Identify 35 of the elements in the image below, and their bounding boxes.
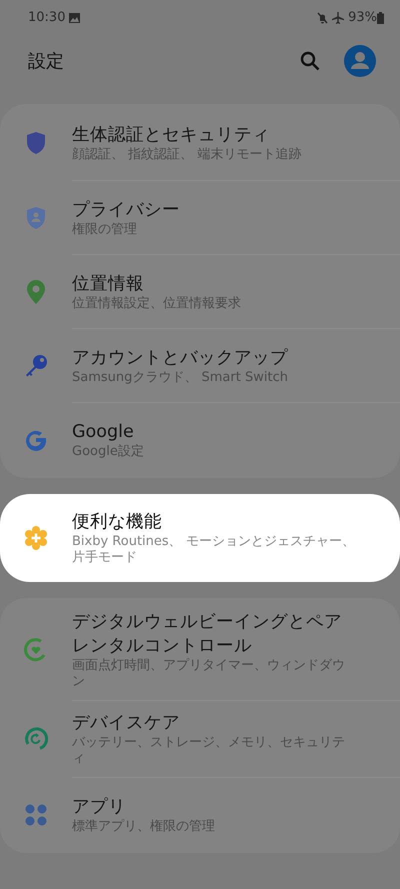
gear-plus-icon (24, 526, 48, 550)
setting-summary: Samsungクラウド、 Smart Switch (72, 370, 288, 386)
battery-level: 93% (348, 9, 377, 28)
setting-summary: 標準アプリ、権限の管理 (72, 818, 215, 834)
mute-icon (317, 12, 328, 24)
setting-title[interactable]: プライバシー (72, 198, 180, 222)
refresh-ring-icon (24, 727, 48, 751)
search-icon[interactable] (300, 51, 320, 71)
setting-title[interactable]: 生体認証とセキュリティ (72, 123, 302, 147)
setting-summary: 位置情報設定、位置情報要求 (72, 296, 241, 312)
shield-person-icon (27, 206, 45, 228)
setting-summary: Bixby Routines、 モーションとジェスチャー、片手モード (72, 534, 356, 566)
setting-title[interactable]: 便利な機能 (72, 510, 356, 534)
apps-grid-icon (25, 804, 47, 826)
key-icon (24, 354, 48, 378)
clock-time: 10:30 (28, 9, 66, 28)
setting-title[interactable]: 位置情報 (72, 272, 241, 296)
heart-ring-icon (24, 638, 48, 662)
setting-summary: 権限の管理 (72, 222, 138, 238)
setting-summary: 顔認証、 指紋認証、 端末リモート追跡 (72, 147, 302, 163)
airplane-icon (332, 12, 344, 24)
setting-title[interactable]: アカウントとバックアップ (72, 346, 288, 370)
setting-title[interactable]: Google (72, 420, 144, 444)
setting-title[interactable]: デジタルウェルビーイングとペアレンタルコントロール (72, 610, 356, 658)
battery-icon (377, 12, 384, 24)
setting-summary: 画面点灯時間、アプリタイマー、ウィンドダウン (72, 658, 346, 690)
google-g-icon (25, 428, 47, 450)
setting-summary: Google設定 (72, 444, 144, 460)
shield-icon (27, 132, 45, 154)
image-icon (69, 13, 80, 23)
location-pin-icon (27, 280, 45, 304)
setting-title[interactable]: アプリ (72, 794, 215, 818)
setting-title[interactable]: デバイスケア (72, 711, 356, 735)
setting-summary: バッテリー、ストレージ、メモリ、セキュリティ (72, 735, 346, 767)
page-title: 設定 (28, 50, 65, 74)
